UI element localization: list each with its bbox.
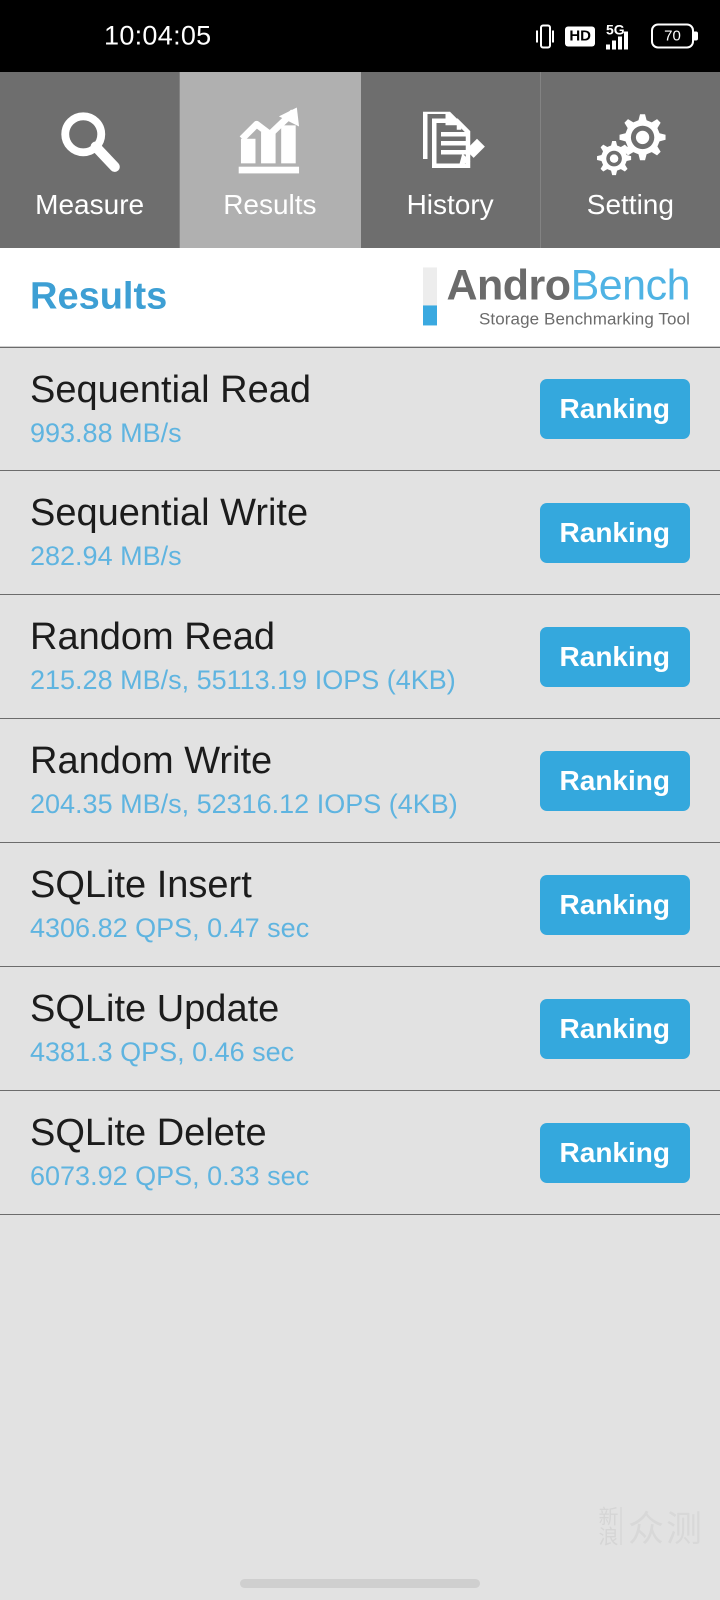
result-value: 204.35 MB/s, 52316.12 IOPS (4KB): [30, 789, 458, 820]
vibrate-icon: [536, 23, 555, 49]
table-row[interactable]: Sequential Read 993.88 MB/s Ranking: [0, 347, 720, 471]
tab-results-label: Results: [223, 189, 317, 220]
ranking-button[interactable]: Ranking: [539, 626, 690, 687]
result-value: 282.94 MB/s: [30, 541, 182, 572]
ranking-button[interactable]: Ranking: [539, 874, 690, 935]
system-navigation-bar: [0, 1566, 720, 1600]
watermark-name: 众测: [627, 1509, 704, 1550]
main-tab-bar: Measure Results History Setting: [0, 72, 720, 248]
tab-history[interactable]: History: [360, 72, 541, 248]
ranking-button[interactable]: Ranking: [539, 1122, 690, 1183]
tab-history-label: History: [406, 189, 494, 220]
ranking-button[interactable]: Ranking: [539, 502, 690, 563]
table-row[interactable]: SQLite Delete 6073.92 QPS, 0.33 sec Rank…: [0, 1091, 720, 1215]
ranking-button[interactable]: Ranking: [539, 379, 690, 439]
table-row[interactable]: Sequential Write 282.94 MB/s Ranking: [0, 471, 720, 595]
androbench-logo: AndroBench Storage Benchmarking Tool: [423, 261, 691, 329]
result-value: 215.28 MB/s, 55113.19 IOPS (4KB): [30, 665, 456, 696]
status-icon-group: HD 5G 70: [536, 23, 698, 50]
watermark-divider: [619, 1507, 622, 1545]
result-value: 4306.82 QPS, 0.47 sec: [30, 913, 310, 944]
phone-screen: 10:04:05 HD 5G 70 Measure Results Histor…: [0, 0, 720, 1600]
result-title: Sequential Write: [30, 492, 309, 535]
tab-setting-label: Setting: [586, 189, 674, 220]
table-row[interactable]: SQLite Insert 4306.82 QPS, 0.47 sec Rank…: [0, 843, 720, 967]
results-list: Sequential Read 993.88 MB/s Ranking Sequ…: [0, 347, 720, 1215]
table-row[interactable]: Random Read 215.28 MB/s, 55113.19 IOPS (…: [0, 595, 720, 719]
result-title: SQLite Delete: [30, 1112, 267, 1155]
watermark: 新浪 众测: [594, 1500, 704, 1552]
result-title: Sequential Read: [30, 368, 311, 411]
battery-icon: 70: [651, 23, 698, 49]
home-indicator[interactable]: [240, 1578, 480, 1588]
result-title: SQLite Update: [30, 988, 280, 1031]
logo-primary-text: Andro: [446, 261, 571, 310]
document-pencil-icon: [414, 99, 486, 183]
logo-tagline: Storage Benchmarking Tool: [478, 309, 690, 329]
table-row[interactable]: Random Write 204.35 MB/s, 52316.12 IOPS …: [0, 719, 720, 843]
signal-bars: [606, 31, 628, 50]
result-title: SQLite Insert: [30, 864, 252, 907]
page-header: Results AndroBench Storage Benchmarking …: [0, 248, 720, 347]
tab-measure[interactable]: Measure: [0, 72, 181, 248]
result-value: 993.88 MB/s: [30, 417, 182, 448]
status-bar: 10:04:05 HD 5G 70: [0, 0, 720, 72]
tab-measure-label: Measure: [35, 189, 145, 220]
bar-chart-icon: [232, 99, 308, 183]
result-title: Random Read: [30, 616, 276, 659]
result-title: Random Write: [30, 740, 273, 783]
status-clock: 10:04:05: [104, 20, 212, 51]
tab-setting[interactable]: Setting: [540, 72, 720, 248]
result-value: 6073.92 QPS, 0.33 sec: [30, 1161, 310, 1192]
tab-results[interactable]: Results: [180, 72, 361, 248]
hd-icon: HD: [565, 26, 595, 46]
result-value: 4381.3 QPS, 0.46 sec: [30, 1037, 295, 1068]
magnifier-icon: [54, 99, 126, 183]
logo-bar-icon: [423, 267, 438, 326]
ranking-button[interactable]: Ranking: [539, 750, 690, 811]
page-title: Results: [30, 275, 168, 318]
logo-secondary-text: Bench: [570, 261, 691, 310]
battery-level-label: 70: [664, 27, 681, 45]
watermark-brand: 新浪: [594, 1506, 619, 1546]
ranking-button[interactable]: Ranking: [539, 998, 690, 1059]
table-row[interactable]: SQLite Update 4381.3 QPS, 0.46 sec Ranki…: [0, 967, 720, 1091]
signal-5g-icon: 5G: [606, 23, 640, 50]
gears-icon: [591, 99, 669, 183]
